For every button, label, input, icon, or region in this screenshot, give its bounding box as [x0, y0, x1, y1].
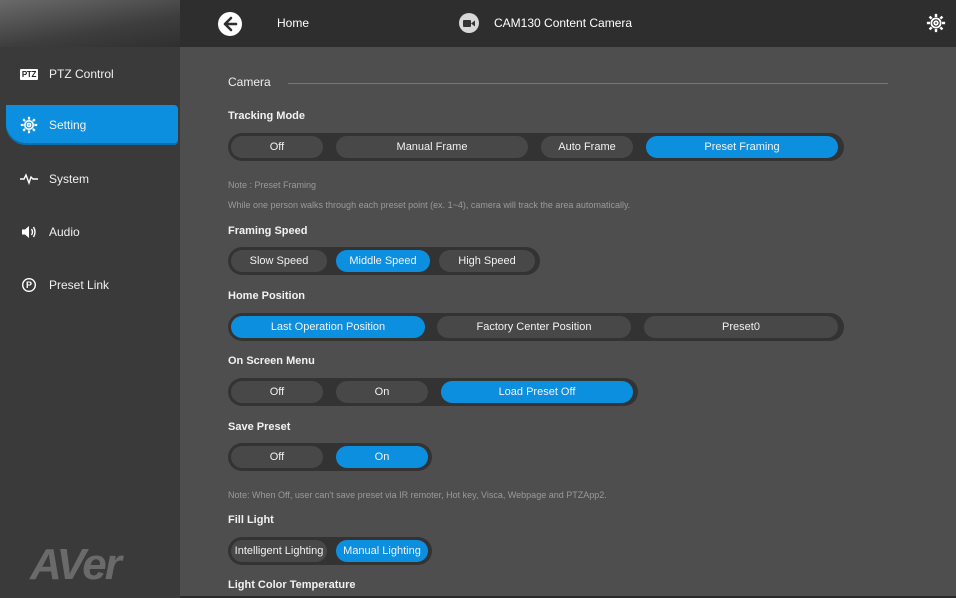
high-speed-button[interactable]: High Speed [439, 250, 535, 272]
preset0-button[interactable]: Preset0 [644, 316, 838, 338]
camera-title: CAM130 Content Camera [494, 16, 633, 30]
light-color-temperature-label: Light Color Temperature [228, 579, 356, 591]
tracking-mode-preset-framing-button[interactable]: Preset Framing [646, 136, 838, 158]
on-screen-menu-off-button[interactable]: Off [231, 381, 323, 403]
back-button[interactable] [218, 12, 242, 36]
manual-lighting-button[interactable]: Manual Lighting [336, 540, 428, 562]
save-preset-on-button[interactable]: On [336, 446, 428, 468]
home-position-group: Last Operation Position Factory Center P… [228, 313, 844, 341]
factory-center-position-button[interactable]: Factory Center Position [437, 316, 631, 338]
top-bar: Home CAM130 Content Camera [180, 0, 956, 47]
tracking-note-text: While one person walks through each pres… [228, 200, 631, 210]
sidebar: PTZ PTZ Control Setting System Audio P P… [0, 0, 180, 598]
home-position-label: Home Position [228, 290, 306, 302]
tracking-mode-manual-frame-button[interactable]: Manual Frame [336, 136, 528, 158]
pulse-icon [19, 173, 39, 185]
sidebar-item-label: PTZ Control [49, 67, 114, 81]
settings-gear-icon[interactable] [926, 13, 946, 38]
load-preset-off-button[interactable]: Load Preset Off [441, 381, 633, 403]
gear-icon [19, 116, 39, 134]
fill-light-label: Fill Light [228, 514, 274, 526]
on-screen-menu-label: On Screen Menu [228, 355, 315, 367]
framing-speed-group: Slow Speed Middle Speed High Speed [228, 247, 540, 275]
tracking-mode-group: Off Manual Frame Auto Frame Preset Frami… [228, 133, 844, 161]
sidebar-item-audio[interactable]: Audio [0, 212, 178, 252]
section-title: Camera [228, 75, 271, 89]
camera-icon [459, 13, 479, 33]
tracking-mode-label: Tracking Mode [228, 110, 306, 122]
tracking-mode-off-button[interactable]: Off [231, 136, 323, 158]
sidebar-item-preset-link[interactable]: P Preset Link [0, 265, 178, 305]
ptz-icon: PTZ [19, 68, 39, 80]
sidebar-item-setting[interactable]: Setting [6, 105, 178, 145]
save-preset-note: Note: When Off, user can't save preset v… [228, 490, 607, 500]
sidebar-item-label: Audio [49, 225, 80, 239]
save-preset-off-button[interactable]: Off [231, 446, 323, 468]
home-link[interactable]: Home [277, 16, 309, 30]
sidebar-item-label: Setting [49, 118, 87, 132]
tracking-note-title: Note : Preset Framing [228, 180, 317, 190]
on-screen-menu-on-button[interactable]: On [336, 381, 428, 403]
svg-text:P: P [26, 280, 32, 290]
sidebar-item-label: Preset Link [49, 278, 110, 292]
sidebar-item-label: System [49, 172, 90, 186]
last-operation-position-button[interactable]: Last Operation Position [231, 316, 425, 338]
save-preset-group: Off On [228, 443, 432, 471]
framing-speed-label: Framing Speed [228, 225, 308, 237]
arrow-left-icon [223, 16, 238, 32]
middle-speed-button[interactable]: Middle Speed [336, 250, 430, 272]
sidebar-header [0, 0, 180, 47]
intelligent-lighting-button[interactable]: Intelligent Lighting [231, 540, 327, 562]
save-preset-label: Save Preset [228, 421, 291, 433]
settings-content: Camera Tracking Mode Off Manual Frame Au… [180, 47, 956, 598]
sidebar-item-system[interactable]: System [0, 159, 178, 199]
sidebar-item-ptz-control[interactable]: PTZ PTZ Control [0, 54, 178, 94]
on-screen-menu-group: Off On Load Preset Off [228, 378, 638, 406]
slow-speed-button[interactable]: Slow Speed [231, 250, 327, 272]
section-divider [288, 83, 888, 84]
aver-logo: AVer [30, 540, 122, 589]
fill-light-group: Intelligent Lighting Manual Lighting [228, 537, 432, 565]
tracking-mode-auto-frame-button[interactable]: Auto Frame [541, 136, 633, 158]
preset-link-icon: P [19, 277, 39, 293]
speaker-icon [19, 225, 39, 239]
